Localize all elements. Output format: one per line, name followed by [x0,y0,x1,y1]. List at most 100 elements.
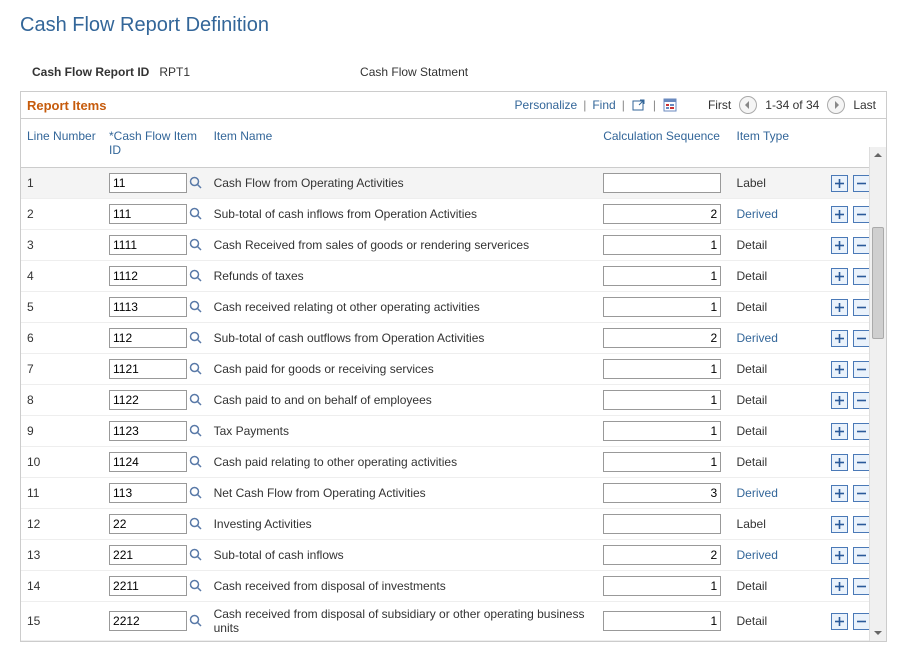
delete-row-button[interactable] [853,454,870,471]
item-type[interactable]: Derived [737,486,778,500]
add-row-button[interactable] [831,206,848,223]
delete-row-button[interactable] [853,268,870,285]
col-calc-sequence[interactable]: Calculation Sequence [597,119,730,168]
cash-flow-item-id-input[interactable] [109,204,187,224]
calc-sequence-input[interactable] [603,390,721,410]
lookup-icon[interactable] [189,423,203,439]
item-type[interactable]: Derived [737,331,778,345]
add-row-button[interactable] [831,237,848,254]
lookup-icon[interactable] [189,175,203,191]
delete-row-button[interactable] [853,392,870,409]
add-row-button[interactable] [831,175,848,192]
line-number-cell: 6 [21,323,103,354]
nav-last[interactable]: Last [853,98,876,112]
col-item-name[interactable]: Item Name [208,119,598,168]
calc-sequence-input[interactable] [603,359,721,379]
delete-row-button[interactable] [853,578,870,595]
calc-sequence-input[interactable] [603,452,721,472]
table-row: 13Sub-total of cash inflowsDerived [21,540,870,571]
download-icon[interactable] [662,97,678,113]
delete-row-button[interactable] [853,299,870,316]
nav-first[interactable]: First [708,98,731,112]
lookup-icon[interactable] [189,547,203,563]
cash-flow-item-id-input[interactable] [109,173,187,193]
calc-sequence-input[interactable] [603,545,721,565]
delete-row-button[interactable] [853,423,870,440]
prev-page-button[interactable] [739,96,757,114]
delete-row-button[interactable] [853,175,870,192]
calc-sequence-input[interactable] [603,611,721,631]
add-row-button[interactable] [831,392,848,409]
add-row-button[interactable] [831,423,848,440]
cash-flow-item-id-input[interactable] [109,266,187,286]
calc-sequence-input[interactable] [603,204,721,224]
scroll-down-button[interactable] [870,625,886,641]
col-item-type[interactable]: Item Type [731,119,825,168]
calc-sequence-input[interactable] [603,483,721,503]
calc-sequence-input[interactable] [603,297,721,317]
add-row-button[interactable] [831,547,848,564]
lookup-icon[interactable] [189,361,203,377]
calc-sequence-input[interactable] [603,421,721,441]
delete-row-button[interactable] [853,361,870,378]
lookup-icon[interactable] [189,578,203,594]
cash-flow-item-id-input[interactable] [109,514,187,534]
add-row-button[interactable] [831,578,848,595]
add-row-button[interactable] [831,613,848,630]
find-link[interactable]: Find [592,98,615,112]
lookup-icon[interactable] [189,516,203,532]
add-row-button[interactable] [831,454,848,471]
col-cash-flow-item-id[interactable]: *Cash Flow Item ID [103,119,208,168]
delete-row-button[interactable] [853,547,870,564]
scroll-thumb[interactable] [872,227,884,339]
next-page-button[interactable] [827,96,845,114]
lookup-icon[interactable] [189,454,203,470]
lookup-icon[interactable] [189,392,203,408]
personalize-link[interactable]: Personalize [515,98,578,112]
item-type[interactable]: Derived [737,548,778,562]
calc-sequence-input[interactable] [603,328,721,348]
lookup-icon[interactable] [189,485,203,501]
cash-flow-item-id-input[interactable] [109,328,187,348]
lookup-icon[interactable] [189,206,203,222]
delete-row-button[interactable] [853,613,870,630]
delete-row-button[interactable] [853,206,870,223]
scroll-up-button[interactable] [870,147,886,163]
cash-flow-item-id-input[interactable] [109,421,187,441]
cash-flow-item-id-input[interactable] [109,576,187,596]
delete-row-button[interactable] [853,237,870,254]
calc-sequence-input[interactable] [603,173,721,193]
add-row-button[interactable] [831,361,848,378]
lookup-icon[interactable] [189,613,203,629]
lookup-icon[interactable] [189,268,203,284]
calc-sequence-input[interactable] [603,576,721,596]
cash-flow-item-id-input[interactable] [109,452,187,472]
item-type[interactable]: Derived [737,207,778,221]
delete-row-button[interactable] [853,330,870,347]
add-row-button[interactable] [831,268,848,285]
zoom-icon[interactable] [631,97,647,113]
col-line-number[interactable]: Line Number [21,119,103,168]
cash-flow-item-id-input[interactable] [109,390,187,410]
add-row-button[interactable] [831,485,848,502]
cash-flow-item-id-input[interactable] [109,235,187,255]
cash-flow-item-id-input[interactable] [109,483,187,503]
lookup-icon[interactable] [189,237,203,253]
add-row-button[interactable] [831,330,848,347]
cash-flow-item-id-input[interactable] [109,297,187,317]
lookup-icon[interactable] [189,330,203,346]
lookup-icon[interactable] [189,299,203,315]
cash-flow-item-id-input[interactable] [109,545,187,565]
vertical-scrollbar[interactable] [869,147,886,641]
calc-sequence-input[interactable] [603,514,721,534]
delete-row-button[interactable] [853,516,870,533]
calc-sequence-input[interactable] [603,235,721,255]
delete-row-button[interactable] [853,485,870,502]
cash-flow-item-id-input[interactable] [109,359,187,379]
add-row-button[interactable] [831,299,848,316]
add-row-button[interactable] [831,516,848,533]
calc-sequence-input[interactable] [603,266,721,286]
cash-flow-item-id-input[interactable] [109,611,187,631]
item-name-cell: Cash Received from sales of goods or ren… [208,230,598,261]
separator: | [583,98,586,112]
